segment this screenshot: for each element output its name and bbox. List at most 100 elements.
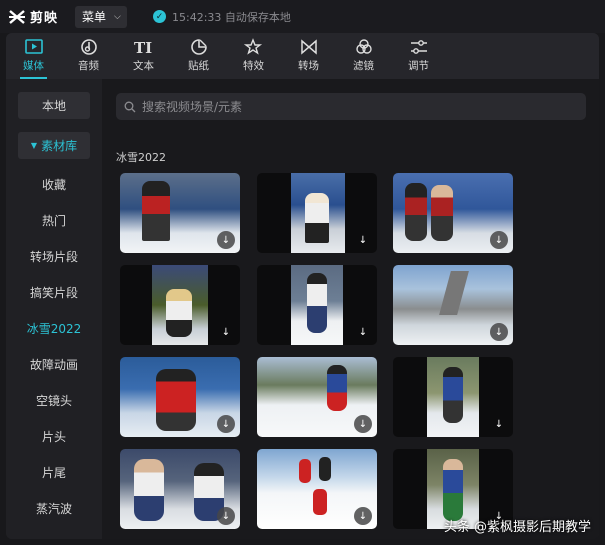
tab-transition[interactable]: 转场	[281, 33, 336, 79]
app-logo: 剪映	[8, 7, 58, 26]
athlete-figure	[307, 273, 327, 333]
sidebar-item-intro[interactable]: 片头	[18, 423, 90, 450]
athlete-figure	[166, 289, 192, 337]
chevron-down-icon: ⌵	[114, 11, 121, 22]
sidebar-item-library[interactable]: ▼ 素材库	[18, 132, 90, 159]
download-icon[interactable]: ↓	[490, 323, 508, 341]
tab-audio[interactable]: 音频	[61, 33, 116, 79]
athlete-figure	[142, 181, 170, 241]
sidebar-item-label: 片尾	[41, 466, 66, 480]
media-thumbnail[interactable]: ↓	[257, 265, 377, 345]
menu-button[interactable]: 菜单 ⌵	[75, 5, 128, 28]
svg-text:TI: TI	[134, 39, 152, 56]
athlete-figure	[319, 457, 331, 481]
media-thumbnail[interactable]: ↓	[393, 265, 513, 345]
sidebar-item-vaporwave[interactable]: 蒸汽波	[18, 495, 90, 522]
sidebar-item-label: 收藏	[41, 178, 66, 192]
sidebar-item-label: 搞笑片段	[29, 286, 78, 300]
media-thumbnail[interactable]: ↓	[120, 173, 240, 253]
sidebar-item-empty-shots[interactable]: 空镜头	[18, 387, 90, 414]
tab-effects-label: 特效	[243, 60, 264, 72]
tab-sticker-label: 贴纸	[188, 60, 209, 72]
media-thumbnail[interactable]: ↓	[120, 265, 240, 345]
download-icon[interactable]: ↓	[354, 415, 372, 433]
filter-icon	[355, 39, 372, 54]
sidebar-item-glitch-animation[interactable]: 故障动画	[18, 351, 90, 378]
app-window: 剪映 菜单 ⌵ ✓ 15:42:33 自动保存本地 媒体 音频 TI 文本 贴纸…	[0, 0, 605, 545]
tab-filter[interactable]: 滤镜	[336, 33, 391, 79]
download-icon[interactable]: ↓	[490, 231, 508, 249]
media-thumbnail[interactable]: ↓	[393, 357, 513, 437]
download-icon[interactable]: ↓	[217, 507, 235, 525]
search-icon	[124, 101, 136, 112]
media-thumbnail[interactable]: ↓	[257, 173, 377, 253]
athlete-figure	[327, 365, 347, 411]
download-icon[interactable]: ↓	[354, 231, 372, 249]
sidebar-item-ice-snow-2022[interactable]: 冰雪2022	[18, 315, 90, 342]
sidebar-item-hot[interactable]: 热门	[18, 207, 90, 234]
athlete-figure	[443, 367, 463, 423]
audio-icon	[80, 39, 97, 55]
athlete-figure	[443, 459, 463, 521]
search-bar[interactable]	[116, 93, 586, 120]
download-icon[interactable]: ↓	[354, 507, 372, 525]
category-toolbar: 媒体 音频 TI 文本 贴纸 特效 转场 滤镜 调节	[6, 33, 599, 79]
media-thumbnail[interactable]: ↓	[257, 449, 377, 529]
media-thumbnail[interactable]: ↓	[120, 449, 240, 529]
search-input[interactable]	[142, 99, 562, 114]
sidebar-item-label: 热门	[41, 214, 66, 228]
caret-down-icon: ▼	[30, 141, 38, 150]
adjust-icon	[410, 40, 427, 54]
media-icon	[24, 39, 43, 54]
sidebar-item-label: 冰雪2022	[26, 322, 82, 336]
athlete-figure	[134, 459, 164, 521]
save-status: ✓ 15:42:33 自动保存本地	[153, 9, 291, 25]
check-circle-icon: ✓	[153, 10, 167, 23]
sidebar-item-funny-clips[interactable]: 搞笑片段	[18, 279, 90, 306]
text-icon: TI	[134, 39, 152, 56]
sidebar-item-outro[interactable]: 片尾	[18, 459, 90, 486]
tab-adjust-label: 调节	[408, 60, 429, 72]
sidebar: 本地 ▼ 素材库 收藏 热门 转场片段 搞笑片段 冰雪2022 故障动画 空镜头 …	[6, 79, 102, 539]
tab-adjust[interactable]: 调节	[391, 33, 446, 79]
sidebar-item-favorites[interactable]: 收藏	[18, 171, 90, 198]
sidebar-item-local[interactable]: 本地	[18, 92, 90, 119]
watermark: 头条 @紫枫摄影后期教学	[443, 520, 591, 535]
sticker-icon	[190, 39, 207, 55]
tab-audio-label: 音频	[78, 60, 99, 72]
material-content: 冰雪2022 ↓ ↓ ↓ ↓	[102, 79, 599, 539]
download-icon[interactable]: ↓	[490, 415, 508, 433]
media-thumbnail[interactable]: ↓	[120, 357, 240, 437]
material-panel: 媒体 音频 TI 文本 贴纸 特效 转场 滤镜 调节 本地 ▼ 素材库 收藏 热…	[6, 33, 599, 539]
tab-text[interactable]: TI 文本	[116, 33, 171, 79]
download-icon[interactable]: ↓	[217, 231, 235, 249]
download-icon[interactable]: ↓	[217, 323, 235, 341]
effects-icon	[243, 38, 262, 55]
sidebar-item-label: 素材库	[41, 139, 78, 153]
sidebar-item-label: 转场片段	[29, 250, 78, 264]
media-thumbnail[interactable]: ↓	[257, 357, 377, 437]
tab-sticker[interactable]: 贴纸	[171, 33, 226, 79]
tab-effects[interactable]: 特效	[226, 33, 281, 79]
athlete-figure	[405, 183, 427, 241]
sidebar-item-label: 蒸汽波	[35, 502, 72, 516]
media-thumbnail[interactable]: ↓	[393, 173, 513, 253]
tab-media[interactable]: 媒体	[6, 33, 61, 79]
sidebar-item-transition-clips[interactable]: 转场片段	[18, 243, 90, 270]
transition-icon	[300, 39, 317, 55]
tab-transition-label: 转场	[298, 60, 319, 72]
sidebar-item-label: 片头	[41, 430, 66, 444]
app-name: 剪映	[30, 11, 59, 26]
sidebar-item-label: 空镜头	[35, 394, 72, 408]
title-bar: 剪映 菜单 ⌵ ✓ 15:42:33 自动保存本地	[0, 0, 605, 33]
tab-text-label: 文本	[133, 60, 154, 72]
section-title: 冰雪2022	[116, 151, 166, 164]
capcut-logo-icon	[9, 9, 25, 24]
athlete-figure	[431, 185, 453, 241]
athlete-figure	[305, 193, 329, 243]
sidebar-item-label: 故障动画	[29, 358, 78, 372]
sidebar-item-label: 本地	[41, 99, 66, 113]
download-icon[interactable]: ↓	[354, 323, 372, 341]
athlete-figure	[299, 459, 311, 483]
download-icon[interactable]: ↓	[217, 415, 235, 433]
